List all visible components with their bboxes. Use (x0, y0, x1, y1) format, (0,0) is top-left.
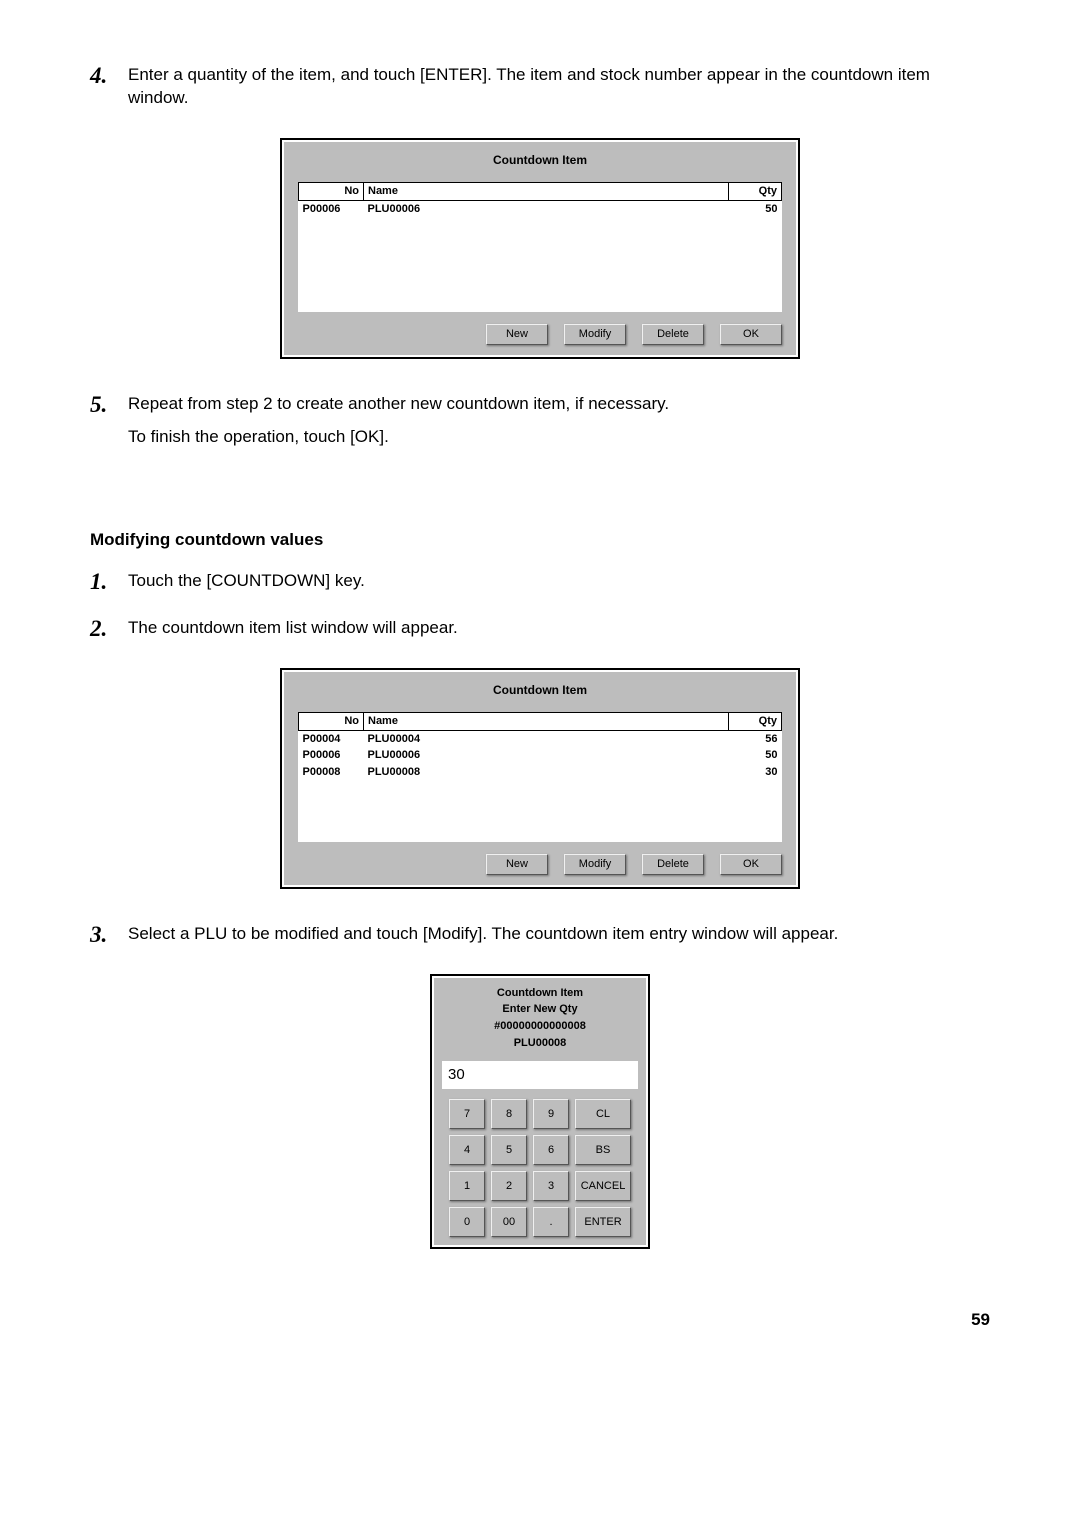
step-body: Touch the [COUNTDOWN] key. (128, 566, 990, 603)
cell-name: PLU00008 (364, 764, 729, 781)
dialog-table-area: No Name Qty P00004 PLU00004 56 P00006 PL… (298, 712, 782, 842)
cell-qty: 30 (729, 764, 782, 781)
new-button[interactable]: New (486, 324, 548, 345)
key-bs[interactable]: BS (575, 1135, 631, 1165)
dialog-title: Countdown Item (298, 152, 782, 168)
step-body: Repeat from step 2 to create another new… (128, 389, 990, 459)
step-b1: 1. Touch the [COUNTDOWN] key. (90, 566, 990, 603)
step-number: 4. (90, 60, 128, 120)
step-body: Select a PLU to be modified and touch [M… (128, 919, 990, 956)
keypad-grid: 7 8 9 CL 4 5 6 BS 1 2 3 CANCEL 0 00 . EN… (442, 1099, 638, 1237)
cell-name: PLU00006 (364, 747, 729, 764)
key-8[interactable]: 8 (491, 1099, 527, 1129)
cell-no: P00004 (299, 730, 364, 747)
step-number: 3. (90, 919, 128, 956)
step-body: The countdown item list window will appe… (128, 613, 990, 650)
key-3[interactable]: 3 (533, 1171, 569, 1201)
cell-no: P00006 (299, 200, 364, 217)
cell-no: P00008 (299, 764, 364, 781)
key-5[interactable]: 5 (491, 1135, 527, 1165)
key-dot[interactable]: . (533, 1207, 569, 1237)
keypad-sub3: PLU00008 (442, 1036, 638, 1051)
key-cancel[interactable]: CANCEL (575, 1171, 631, 1201)
key-cl[interactable]: CL (575, 1099, 631, 1129)
key-00[interactable]: 00 (491, 1207, 527, 1237)
new-button[interactable]: New (486, 854, 548, 875)
col-name: Name (364, 712, 729, 730)
dialog-buttons: New Modify Delete OK (298, 854, 782, 875)
step-text-line1: Repeat from step 2 to create another new… (128, 393, 990, 416)
modify-button[interactable]: Modify (564, 854, 626, 875)
countdown-dialog-1: Countdown Item No Name Qty P00006 PLU000… (280, 138, 800, 359)
cell-name: PLU00006 (364, 200, 729, 217)
keypad-sub1: Enter New Qty (442, 1002, 638, 1017)
step-4: 4. Enter a quantity of the item, and tou… (90, 60, 990, 120)
dialog-table-area: No Name Qty P00006 PLU00006 50 (298, 182, 782, 312)
col-no: No (299, 712, 364, 730)
step-text: Enter a quantity of the item, and touch … (128, 64, 990, 110)
step-number: 5. (90, 389, 128, 459)
cell-qty: 50 (729, 747, 782, 764)
step-b3: 3. Select a PLU to be modified and touch… (90, 919, 990, 956)
step-body: Enter a quantity of the item, and touch … (128, 60, 990, 120)
cell-no: P00006 (299, 747, 364, 764)
key-6[interactable]: 6 (533, 1135, 569, 1165)
dialog-buttons: New Modify Delete OK (298, 324, 782, 345)
cell-qty: 56 (729, 730, 782, 747)
ok-button[interactable]: OK (720, 324, 782, 345)
step-number: 1. (90, 566, 128, 603)
section-title: Modifying countdown values (90, 529, 990, 552)
table-row[interactable]: P00006 PLU00006 50 (299, 200, 782, 217)
key-4[interactable]: 4 (449, 1135, 485, 1165)
step-b2: 2. The countdown item list window will a… (90, 613, 990, 650)
delete-button[interactable]: Delete (642, 324, 704, 345)
countdown-dialog-2: Countdown Item No Name Qty P00004 PLU000… (280, 668, 800, 889)
key-enter[interactable]: ENTER (575, 1207, 631, 1237)
ok-button[interactable]: OK (720, 854, 782, 875)
key-7[interactable]: 7 (449, 1099, 485, 1129)
step-text-line2: To finish the operation, touch [OK]. (128, 426, 990, 449)
step-5: 5. Repeat from step 2 to create another … (90, 389, 990, 459)
col-name: Name (364, 183, 729, 201)
countdown-entry-dialog: Countdown Item Enter New Qty #0000000000… (430, 974, 650, 1249)
keypad-sub2: #00000000000008 (442, 1019, 638, 1034)
step-text: Touch the [COUNTDOWN] key. (128, 570, 990, 593)
cell-name: PLU00004 (364, 730, 729, 747)
key-1[interactable]: 1 (449, 1171, 485, 1201)
step-text: Select a PLU to be modified and touch [M… (128, 923, 990, 946)
cell-qty: 50 (729, 200, 782, 217)
table-row[interactable]: P00004 PLU00004 56 (299, 730, 782, 747)
key-0[interactable]: 0 (449, 1207, 485, 1237)
col-no: No (299, 183, 364, 201)
page-number: 59 (90, 1309, 990, 1332)
table-row[interactable]: P00008 PLU00008 30 (299, 764, 782, 781)
dialog-title: Countdown Item (298, 682, 782, 698)
step-text: The countdown item list window will appe… (128, 617, 990, 640)
qty-display[interactable]: 30 (442, 1061, 638, 1089)
countdown-table: No Name Qty P00006 PLU00006 50 (298, 182, 782, 218)
col-qty: Qty (729, 712, 782, 730)
step-number: 2. (90, 613, 128, 650)
key-9[interactable]: 9 (533, 1099, 569, 1129)
keypad-title: Countdown Item (442, 986, 638, 1001)
delete-button[interactable]: Delete (642, 854, 704, 875)
table-row[interactable]: P00006 PLU00006 50 (299, 747, 782, 764)
col-qty: Qty (729, 183, 782, 201)
key-2[interactable]: 2 (491, 1171, 527, 1201)
modify-button[interactable]: Modify (564, 324, 626, 345)
countdown-table: No Name Qty P00004 PLU00004 56 P00006 PL… (298, 712, 782, 781)
